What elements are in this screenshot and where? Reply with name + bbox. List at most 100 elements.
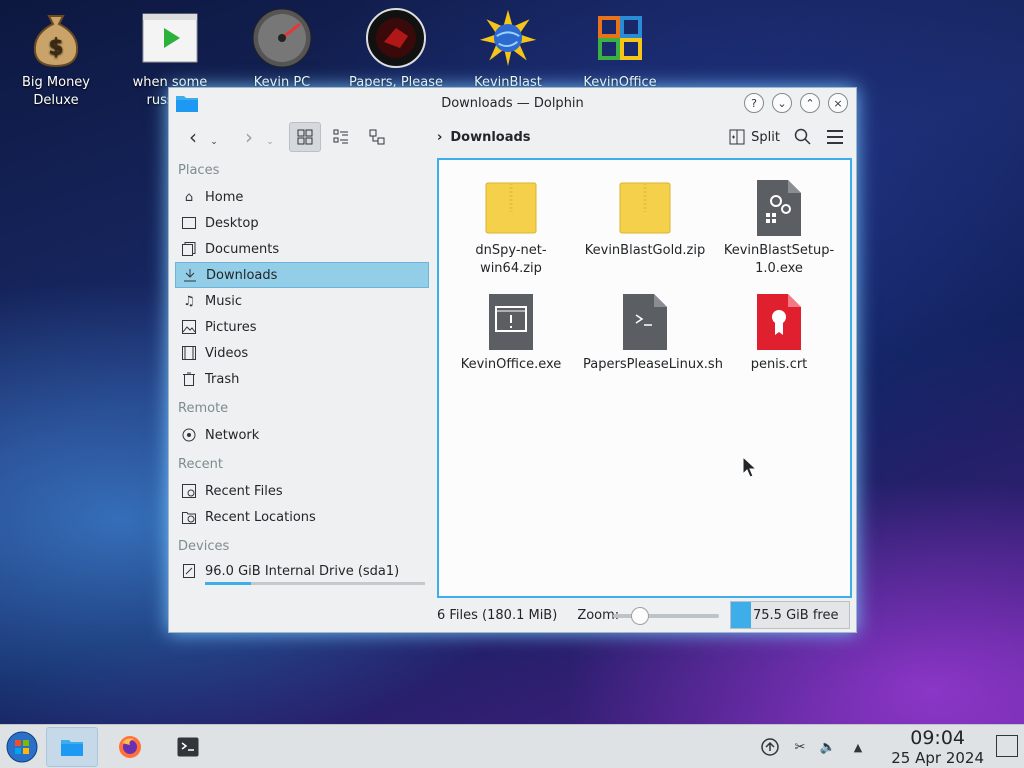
place-trash[interactable]: Trash [175,366,429,392]
globe-star-icon [478,8,538,68]
maximize-button[interactable]: ⌃ [800,93,820,113]
volume-icon[interactable]: 🔈 [818,737,838,757]
place-label: Network [205,427,260,443]
icons-view-button[interactable] [289,122,321,152]
music-icon: ♫ [183,293,195,309]
hamburger-menu-icon [827,130,843,144]
papers-please-icon [366,8,426,68]
place-music[interactable]: ♫ Music [175,288,429,314]
taskbar-terminal[interactable] [162,727,214,767]
window-titlebar[interactable]: Downloads — Dolphin ? ⌄ ⌃ × [169,88,856,118]
desktop-icon-kevin-pc[interactable]: Kevin PC [232,8,332,92]
chevron-right-icon: › [437,129,443,145]
file-item[interactable]: KevinOffice.exe [449,292,573,374]
tray-expand-icon[interactable]: ▲ [848,737,868,757]
file-item[interactable]: dnSpy-net-win64.zip [449,178,573,278]
back-history-dropdown[interactable]: ⌄ [207,127,221,157]
devices-header: Devices [178,539,230,554]
folder-icon [61,740,83,756]
show-desktop-button[interactable] [996,735,1018,757]
toolbar: ‹ ⌄ › ⌄ › Downloads Split [169,118,856,156]
screenshot-scissors-icon[interactable]: ✂ [790,737,810,757]
zip-archive-icon [615,178,675,238]
breadcrumb[interactable]: › Downloads [437,118,531,156]
clock[interactable]: 09:04 25 Apr 2024 [891,727,984,767]
video-play-icon [140,8,200,68]
desktop-icon-label: Big Money Deluxe [21,75,90,108]
details-view-button[interactable] [361,122,393,152]
executable-icon [481,292,541,352]
update-notifier-icon[interactable] [760,737,780,757]
help-button[interactable]: ? [744,93,764,113]
place-recent-locations[interactable]: Recent Locations [175,504,429,530]
status-bar: 6 Files (180.1 MiB) Zoom: 75.5 GiB free [437,600,852,630]
desktop-icon-kevinoffice[interactable]: KevinOffice [570,8,670,92]
place-label: Home [205,189,244,205]
search-icon [794,128,811,145]
videos-icon [181,345,197,361]
compact-view-button[interactable] [325,122,357,152]
terminal-icon [177,737,199,757]
speedometer-icon [252,8,312,68]
setup-executable-icon [749,178,809,238]
recent-locations-icon [181,509,197,525]
back-button[interactable]: ‹ [179,122,207,152]
zip-archive-icon [481,178,541,238]
split-label: Split [751,129,780,145]
place-label: Recent Files [205,483,283,499]
desktop-icon-papers-please[interactable]: Papers, Please [346,8,446,92]
split-view-icon [729,129,745,145]
breadcrumb-current[interactable]: Downloads [450,130,530,145]
close-button[interactable]: × [828,93,848,113]
place-label: Desktop [205,215,259,231]
file-name: PapersPleaseLinux.sh [583,357,723,372]
place-desktop[interactable]: Desktop [175,210,429,236]
place-videos[interactable]: Videos [175,340,429,366]
menu-button[interactable] [826,122,844,152]
forward-button[interactable]: › [235,122,263,152]
file-item[interactable]: PapersPleaseLinux.sh [583,292,723,374]
windows-orb-icon [6,731,38,763]
file-view[interactable]: dnSpy-net-win64.zip KevinBlastGold.zip K… [437,158,852,598]
home-icon: ⌂ [184,189,194,205]
place-pictures[interactable]: Pictures [175,314,429,340]
desktop-icon-kevinblast[interactable]: KevinBlast [458,8,558,92]
place-documents[interactable]: Documents [175,236,429,262]
icons-view-icon [297,129,313,145]
search-button[interactable] [794,122,812,152]
file-name: KevinBlastSetup-1.0.exe [723,243,835,276]
start-menu-button[interactable] [0,727,44,767]
place-label: Trash [205,371,240,387]
file-name: KevinOffice.exe [460,357,562,372]
places-panel: Places ⌂ Home Desktop Documents Downloads… [175,158,429,628]
file-item[interactable]: penis.crt [717,292,841,374]
file-name: penis.crt [750,357,808,372]
place-downloads[interactable]: Downloads [175,262,429,288]
firefox-icon [119,736,141,758]
place-recent-files[interactable]: Recent Files [175,478,429,504]
zoom-slider[interactable] [613,614,719,618]
zoom-slider-handle[interactable] [631,607,649,625]
split-button[interactable]: Split [729,129,780,145]
taskbar-firefox[interactable] [104,727,156,767]
drive-usage-fill [205,582,252,585]
desktop-icon-big-money-deluxe[interactable]: $ Big Money Deluxe [6,8,106,110]
place-internal-drive[interactable]: 96.0 GiB Internal Drive (sda1) [175,560,429,582]
file-name: KevinBlastGold.zip [584,243,706,258]
office-grid-icon [590,8,650,68]
taskbar: ✂ 🔈 ▲ 09:04 25 Apr 2024 [0,724,1024,768]
taskbar-dolphin[interactable] [46,727,98,767]
place-home[interactable]: ⌂ Home [175,184,429,210]
file-item[interactable]: KevinBlastGold.zip [583,178,707,260]
downloads-icon [182,267,198,283]
forward-history-dropdown[interactable]: ⌄ [263,127,277,157]
places-header: Places [178,163,220,178]
place-network[interactable]: Network [175,422,429,448]
recent-files-icon [181,483,197,499]
place-label: Videos [205,345,249,361]
file-name: dnSpy-net-win64.zip [475,243,547,276]
free-space-indicator[interactable]: 75.5 GiB free [730,601,850,629]
minimize-button[interactable]: ⌄ [772,93,792,113]
file-item[interactable]: KevinBlastSetup-1.0.exe [717,178,841,278]
free-space-fill [731,602,751,628]
